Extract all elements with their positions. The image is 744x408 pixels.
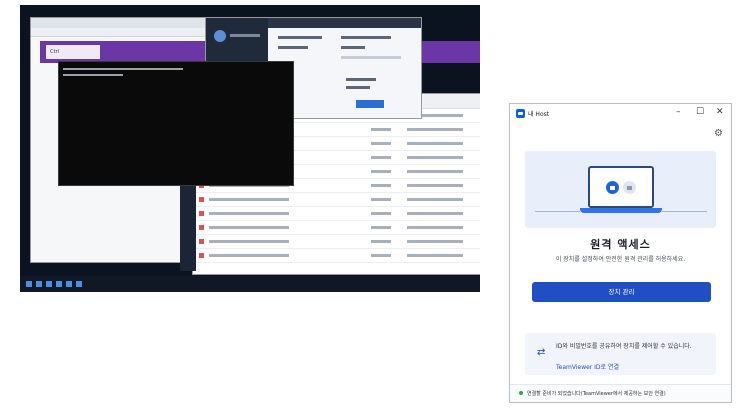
close-button[interactable]: ✕ <box>716 107 724 117</box>
home-icon <box>623 181 636 194</box>
remote-list-row <box>193 193 480 207</box>
teamviewer-host-window: 내 Host – ☐ ✕ ⚙ 원격 액세스 이 장치를 설정하여 안전한 원격 … <box>509 103 732 403</box>
remote-connect-button <box>356 100 384 108</box>
remote-terminal-window <box>58 61 294 186</box>
minimize-button[interactable]: – <box>676 107 681 117</box>
remote-dark-panel <box>180 185 196 271</box>
status-dot-icon <box>519 391 523 395</box>
remote-purple-tab: Ctrl <box>46 45 100 59</box>
title-bar[interactable]: 내 Host – ☐ ✕ <box>510 104 731 124</box>
id-connect-card: ⇄ ID와 비밀번호를 공유하여 장치를 제어할 수 있습니다. TeamVie… <box>525 333 716 375</box>
section-heading: 원격 액세스 <box>590 238 651 251</box>
maximize-button[interactable]: ☐ <box>696 107 704 117</box>
remote-access-illustration <box>525 151 716 228</box>
status-text: 연결할 준비가 되었습니다(TeamViewer에서 제공하는 보안 연결) <box>527 391 666 397</box>
remote-list-row <box>193 221 480 235</box>
lock-icon <box>606 181 619 194</box>
remote-taskbar <box>20 276 480 292</box>
remote-list-row <box>193 235 480 249</box>
remote-list-row <box>193 249 480 263</box>
id-card-text: ID와 비밀번호를 공유하여 장치를 제어할 수 있습니다. <box>556 343 692 350</box>
remote-list-row <box>193 207 480 221</box>
gear-icon[interactable]: ⚙ <box>714 128 723 139</box>
window-title: 내 Host <box>528 111 550 118</box>
status-bar: 연결할 준비가 되었습니다(TeamViewer에서 제공하는 보안 연결) <box>510 384 731 402</box>
remote-avatar <box>214 30 226 42</box>
remote-desktop-screenshot: Ctrl <box>20 5 480 292</box>
swap-arrows-icon: ⇄ <box>537 347 546 358</box>
teamviewer-logo-icon <box>516 109 525 118</box>
section-description: 이 장치를 설정하여 안전한 원격 관리를 허용하세요. <box>555 256 686 263</box>
manage-device-button[interactable]: 장치 관리 <box>532 282 711 302</box>
laptop-icon <box>588 166 654 208</box>
teamviewer-id-link[interactable]: TeamViewer ID로 연결 <box>556 362 619 371</box>
